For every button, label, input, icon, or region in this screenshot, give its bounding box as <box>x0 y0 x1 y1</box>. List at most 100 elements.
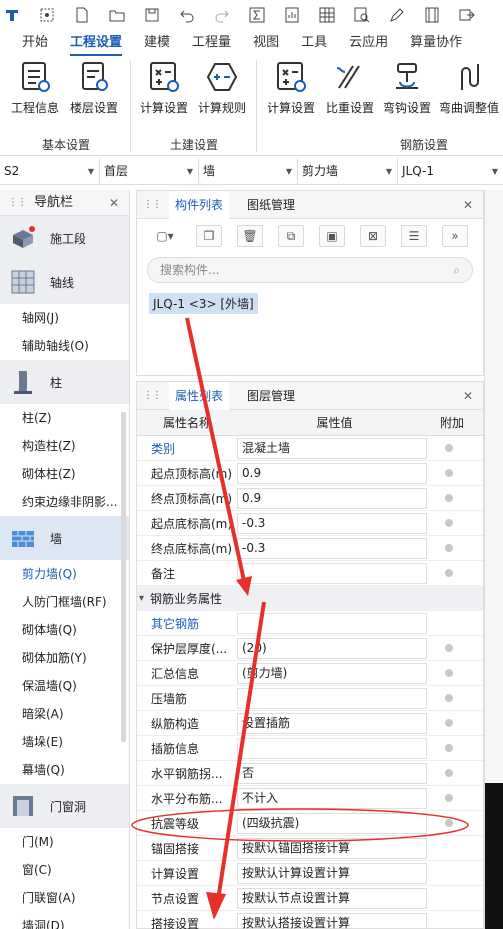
nav-item[interactable]: 门(M) <box>0 828 129 856</box>
property-name[interactable]: 其它钢筋 <box>137 615 237 632</box>
close-icon[interactable]: ✕ <box>463 198 473 212</box>
nav-item[interactable]: 保温墙(Q) <box>0 672 129 700</box>
property-value-input[interactable]: 按默认计算设置计算 <box>237 862 427 884</box>
floor-group-select[interactable]: S2 ▼ <box>0 158 100 185</box>
nav-item[interactable]: 幕墙(Q) <box>0 756 129 784</box>
nav-scrollbar[interactable] <box>121 412 126 742</box>
floor-select[interactable]: 首层 ▼ <box>100 158 199 185</box>
nav-category[interactable]: 门窗洞 <box>0 784 129 828</box>
property-value-input[interactable]: (四级抗震) <box>237 812 427 834</box>
tab-tools[interactable]: 工具 <box>301 30 327 56</box>
report-icon[interactable] <box>282 5 302 25</box>
component-search-input[interactable]: 搜索构件... ⌕ <box>147 257 473 283</box>
tab-modeling[interactable]: 建模 <box>144 30 170 56</box>
tab-project-settings[interactable]: 工程设置 <box>70 30 123 56</box>
project-info-button[interactable]: 工程信息 <box>6 60 64 120</box>
nav-category[interactable]: 柱 <box>0 360 129 404</box>
nav-item[interactable]: 砌体墙(Q) <box>0 616 129 644</box>
tab-drawing-management[interactable]: 图纸管理 <box>241 191 301 219</box>
weight-settings-button[interactable]: 比重设置 <box>321 60 379 120</box>
nav-item[interactable]: 墙垛(E) <box>0 728 129 756</box>
attach-checkbox[interactable] <box>445 694 453 702</box>
property-value-input[interactable]: -0.3 <box>237 537 427 559</box>
grid-icon[interactable] <box>317 5 337 25</box>
element-subtype-select[interactable]: 剪力墙 ▼ <box>298 158 398 185</box>
save-template-icon[interactable]: ▣ <box>319 225 345 247</box>
property-value-input[interactable]: 混凝土墙 <box>237 437 427 459</box>
duplicate-icon[interactable]: ⧉ <box>278 225 304 247</box>
nav-item[interactable]: 砌体柱(Z) <box>0 460 129 488</box>
attach-checkbox[interactable] <box>445 769 453 777</box>
property-value-input[interactable] <box>237 612 427 634</box>
property-value-input[interactable]: 否 <box>237 762 427 784</box>
save-icon[interactable] <box>142 5 162 25</box>
attach-checkbox[interactable] <box>445 494 453 502</box>
property-value-input[interactable]: (20) <box>237 637 427 659</box>
tab-layer-management[interactable]: 图层管理 <box>241 382 301 410</box>
app-logo-icon[interactable] <box>2 5 22 25</box>
properties-icon[interactable]: ☰ <box>401 225 427 247</box>
property-value-input[interactable]: -0.3 <box>237 512 427 534</box>
attach-checkbox[interactable] <box>445 819 453 827</box>
nav-category[interactable]: 施工段 <box>0 216 129 260</box>
hook-settings-button[interactable]: 弯钩设置 <box>378 60 436 120</box>
drag-handle-icon[interactable]: ⋮⋮ <box>143 390 162 401</box>
collapse-icon[interactable]: ▾ <box>139 593 144 604</box>
tab-start[interactable]: 开始 <box>22 30 48 56</box>
element-type-select[interactable]: 墙 ▼ <box>199 158 298 185</box>
close-icon[interactable]: ✕ <box>109 190 119 216</box>
property-value-input[interactable]: 按默认锚固搭接计算 <box>237 837 427 859</box>
undo-icon[interactable] <box>177 5 197 25</box>
tab-collaboration[interactable]: 算量协作 <box>410 30 462 56</box>
nav-item[interactable]: 暗梁(A) <box>0 700 129 728</box>
property-value-input[interactable]: 0.9 <box>237 462 427 484</box>
attach-checkbox[interactable] <box>445 719 453 727</box>
nav-item[interactable]: 墙洞(D) <box>0 912 129 929</box>
nav-category[interactable]: 轴线 <box>0 260 129 304</box>
property-value-input[interactable]: 按默认搭接设置计算 <box>237 912 427 929</box>
nav-item[interactable]: 窗(C) <box>0 856 129 884</box>
nav-item[interactable]: 人防门框墙(RF) <box>0 588 129 616</box>
property-value-input[interactable]: 0.9 <box>237 487 427 509</box>
property-value-input[interactable]: (剪力墙) <box>237 662 427 684</box>
nav-item[interactable]: 约束边缘非阴影... <box>0 488 129 516</box>
tab-quantities[interactable]: 工程量 <box>192 30 231 56</box>
property-section[interactable]: ▾ 钢筋业务属性 <box>137 586 483 611</box>
film-icon[interactable] <box>422 5 442 25</box>
nav-item[interactable]: 构造柱(Z) <box>0 432 129 460</box>
element-name-select[interactable]: JLQ-1 ▼ <box>398 158 503 185</box>
property-value-input[interactable] <box>237 737 427 759</box>
redo-icon[interactable] <box>212 5 232 25</box>
tab-property-list[interactable]: 属性列表 <box>169 381 230 410</box>
export-icon[interactable] <box>457 5 477 25</box>
nav-item[interactable]: 轴网(J) <box>0 304 129 332</box>
delete-icon[interactable]: 🗑︎ <box>237 225 263 247</box>
filter-icon[interactable]: ⊠ <box>360 225 386 247</box>
attach-checkbox[interactable] <box>445 444 453 452</box>
tab-view[interactable]: 视图 <box>253 30 279 56</box>
open-folder-icon[interactable] <box>107 5 127 25</box>
new-file-icon[interactable] <box>72 5 92 25</box>
nav-item[interactable]: 门联窗(A) <box>0 884 129 912</box>
nav-item[interactable]: 辅助轴线(O) <box>0 332 129 360</box>
floor-settings-button[interactable]: 楼层设置 <box>65 60 123 120</box>
attach-checkbox[interactable] <box>445 544 453 552</box>
nav-category[interactable]: 墙 <box>0 516 129 560</box>
bend-adjust-button[interactable]: 弯曲调整值 <box>439 60 499 120</box>
calc-settings-civil-button[interactable]: 计算设置 <box>135 60 193 120</box>
component-item[interactable]: JLQ-1 <3> [外墙] <box>149 293 258 314</box>
property-value-input[interactable] <box>237 687 427 709</box>
attach-checkbox[interactable] <box>445 744 453 752</box>
nav-item[interactable]: 剪力墙(Q) <box>0 560 129 588</box>
formula-icon[interactable] <box>247 5 267 25</box>
new-component-icon[interactable]: ▢▾ <box>149 225 181 247</box>
attach-checkbox[interactable] <box>445 519 453 527</box>
attach-checkbox[interactable] <box>445 669 453 677</box>
attach-checkbox[interactable] <box>445 469 453 477</box>
more-icon[interactable]: » <box>442 225 468 247</box>
property-value-input[interactable] <box>237 562 427 584</box>
attach-checkbox[interactable] <box>445 644 453 652</box>
property-value-input[interactable]: 按默认节点设置计算 <box>237 887 427 909</box>
attach-checkbox[interactable] <box>445 569 453 577</box>
nav-item[interactable]: 砌体加筋(Y) <box>0 644 129 672</box>
